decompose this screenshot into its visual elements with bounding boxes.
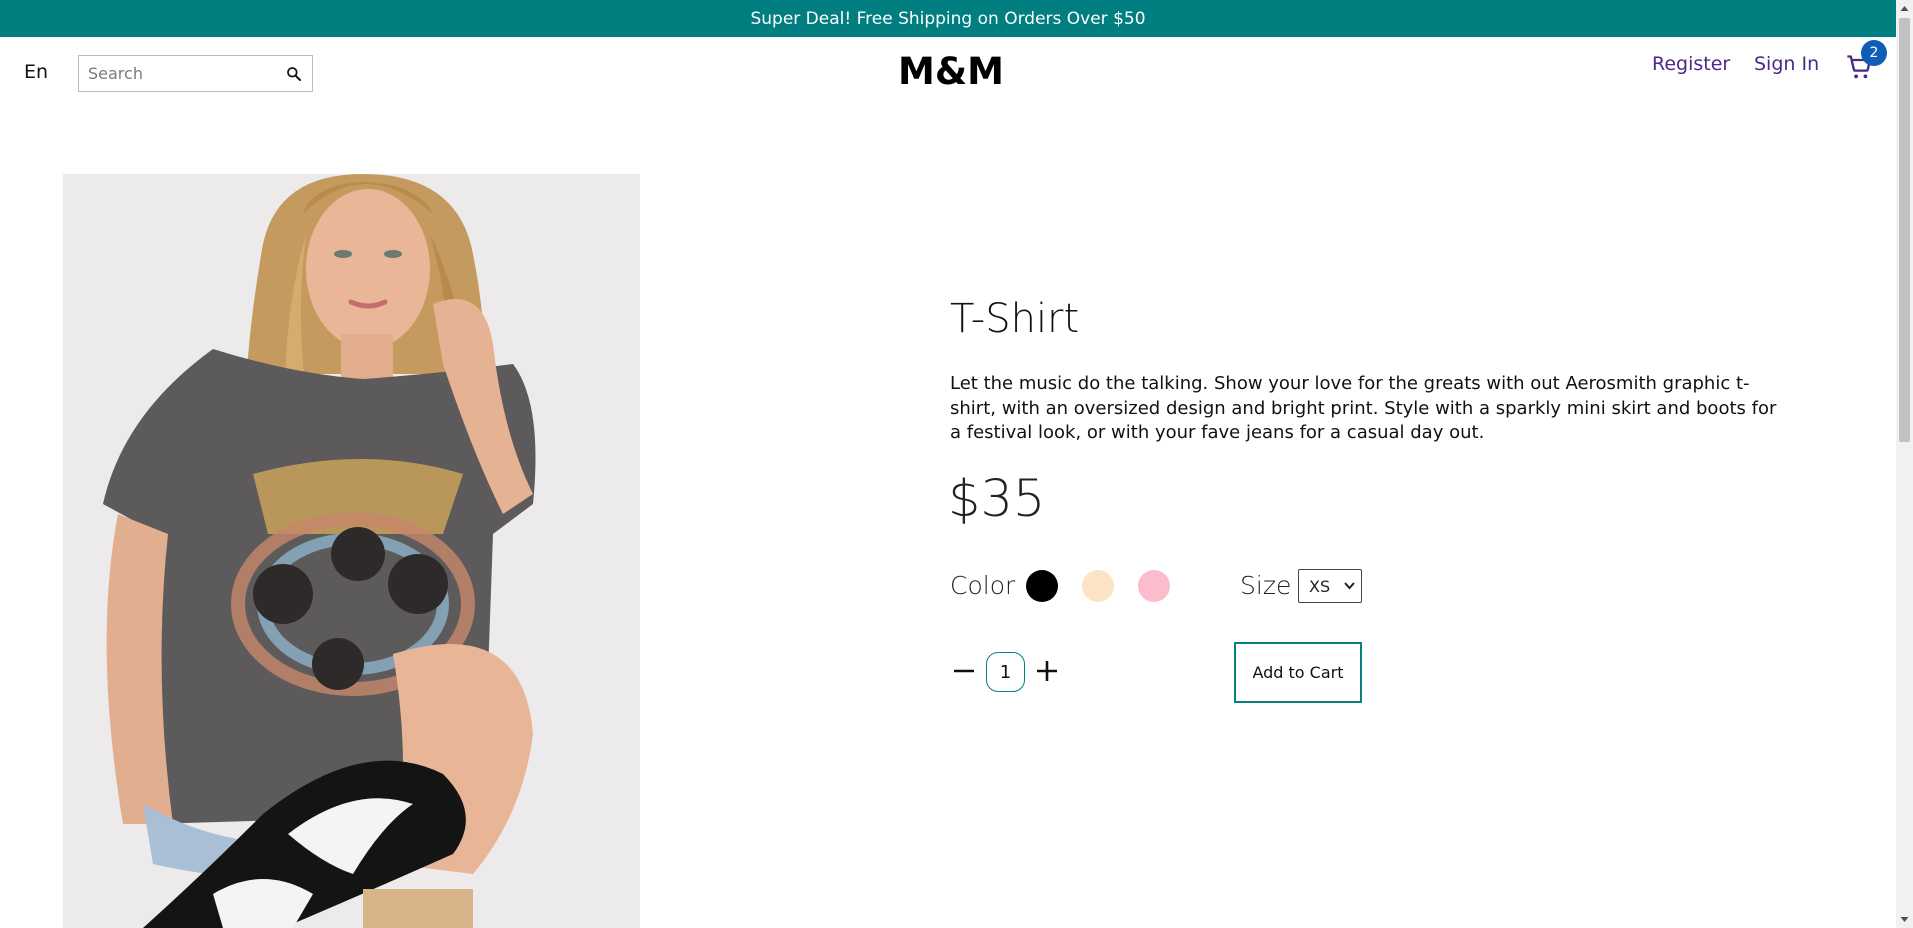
scroll-down-arrow-icon[interactable] — [1900, 915, 1909, 924]
sign-in-link[interactable]: Sign In — [1754, 53, 1819, 75]
promo-text: Super Deal! Free Shipping on Orders Over… — [750, 8, 1146, 29]
model-illustration — [63, 174, 640, 928]
language-selector[interactable]: En — [24, 61, 48, 83]
color-swatch-peach[interactable] — [1082, 570, 1114, 602]
scrollbar-thumb[interactable] — [1899, 18, 1910, 442]
product-description: Let the music do the talking. Show your … — [950, 373, 1777, 443]
add-to-cart-button[interactable]: Add to Cart — [1234, 642, 1362, 703]
search-icon[interactable] — [286, 66, 302, 82]
color-swatch-pink[interactable] — [1138, 570, 1170, 602]
scroll-up-arrow-icon[interactable] — [1900, 4, 1909, 13]
cart-count-badge: 2 — [1861, 40, 1887, 66]
decrease-quantity-button[interactable] — [951, 658, 977, 684]
product-price: $35 — [948, 470, 1046, 529]
vertical-scrollbar[interactable] — [1896, 0, 1913, 928]
color-swatch-black[interactable] — [1026, 570, 1058, 602]
size-label: Size — [1240, 571, 1292, 600]
product-title: T-Shirt — [950, 296, 1080, 342]
site-logo[interactable]: M&M — [898, 50, 1004, 93]
register-link[interactable]: Register — [1652, 53, 1730, 75]
size-selected-value: XS — [1309, 576, 1331, 596]
quantity-value[interactable]: 1 — [986, 652, 1025, 692]
chevron-down-icon — [1344, 582, 1355, 590]
color-label: Color — [950, 571, 1016, 600]
size-select[interactable]: XS — [1298, 569, 1362, 603]
product-image — [63, 174, 640, 928]
increase-quantity-button[interactable] — [1034, 658, 1060, 684]
search-bar[interactable] — [78, 55, 313, 92]
promo-banner: Super Deal! Free Shipping on Orders Over… — [0, 0, 1896, 37]
search-input[interactable] — [79, 63, 269, 84]
